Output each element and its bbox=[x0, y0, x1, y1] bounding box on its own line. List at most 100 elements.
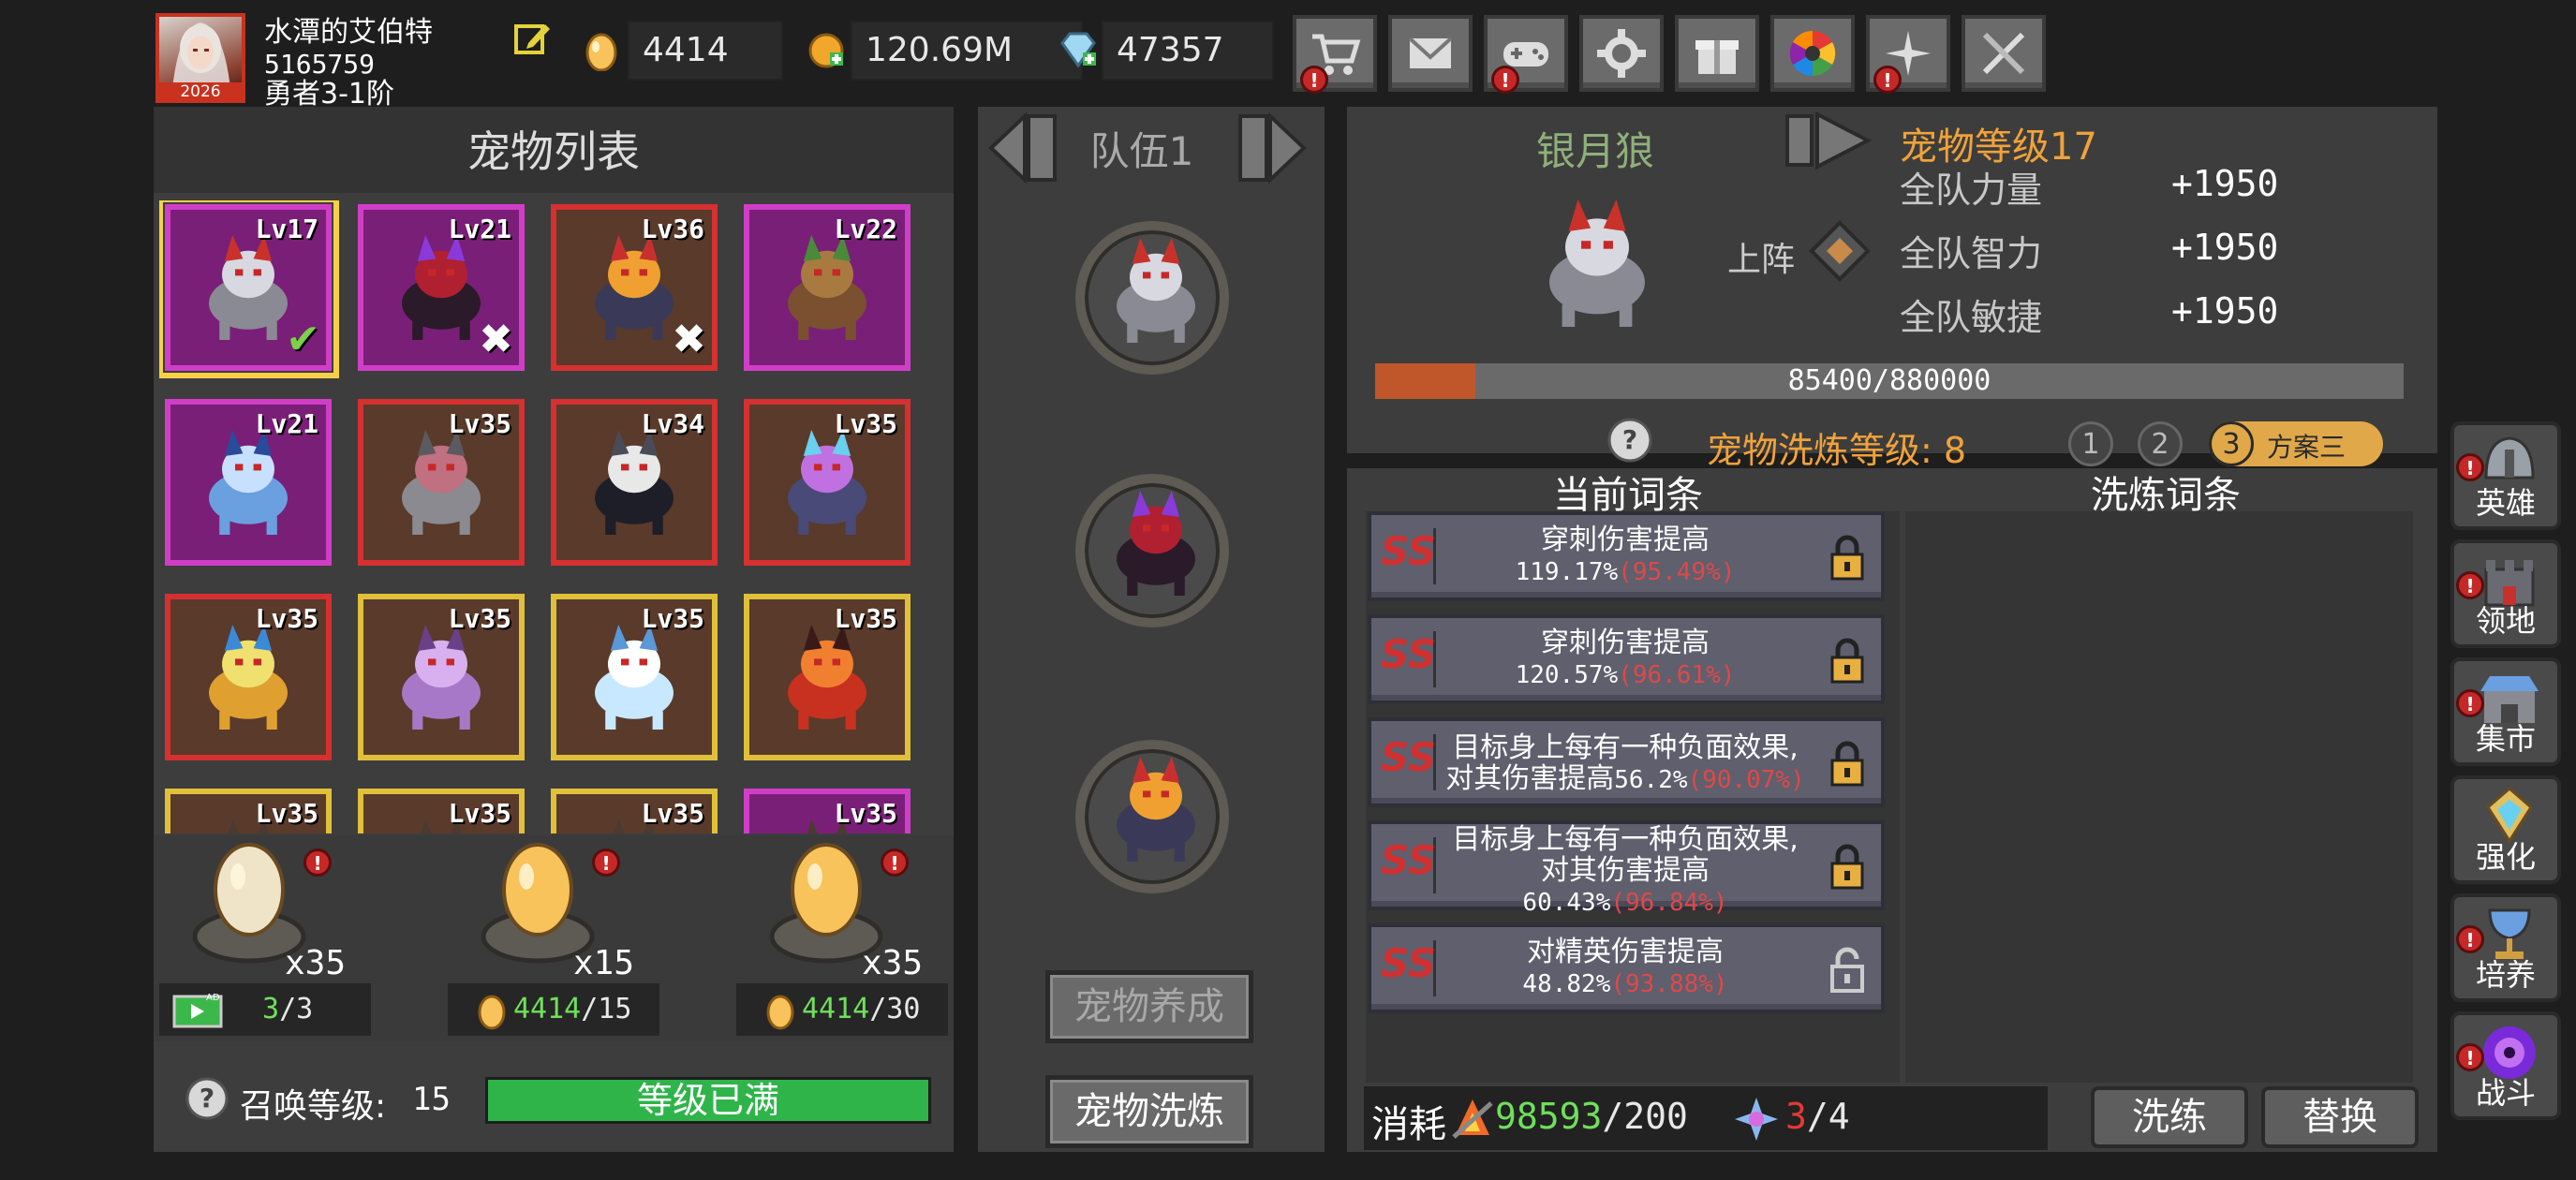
cost1-need: /200 bbox=[1602, 1096, 1688, 1137]
refine-button[interactable]: 洗练 bbox=[2091, 1086, 2248, 1148]
gear-icon bbox=[1597, 29, 1646, 78]
team-prev-arrow-icon[interactable] bbox=[984, 111, 1062, 185]
summon-level-value: 15 bbox=[412, 1081, 451, 1118]
lock-closed-icon[interactable] bbox=[1828, 740, 1866, 787]
lock-closed-icon[interactable] bbox=[1828, 637, 1866, 684]
pet-card[interactable]: Lv35 bbox=[551, 594, 718, 760]
affix-name-text: 穿刺伤害提高 bbox=[1541, 524, 1710, 556]
pet-card[interactable]: Lv35 bbox=[744, 594, 910, 760]
plan-3-label: 方案三 bbox=[2267, 432, 2347, 463]
pet-level-badge: Lv35 bbox=[448, 408, 511, 439]
affix-grade-ss-icon: SS bbox=[1381, 631, 1436, 687]
event-alert-icon: ! bbox=[1873, 66, 1902, 94]
egg-currency-icon bbox=[585, 33, 617, 71]
pet-card[interactable]: Lv22 bbox=[744, 204, 910, 371]
battle-button[interactable] bbox=[1962, 15, 2046, 92]
pet-list-title: 宠物列表 bbox=[467, 126, 640, 177]
side-menu-crystal-button[interactable]: 强化 bbox=[2450, 775, 2561, 884]
settings-button[interactable] bbox=[1579, 15, 1664, 92]
team-next-arrow-icon[interactable] bbox=[1233, 111, 1311, 185]
side-menu-alert-icon: ! bbox=[2456, 689, 2484, 717]
affix-name: 对精英伤害提高 48.82%(93.88%) bbox=[1437, 937, 1814, 1000]
egg-cost-have: 4414 bbox=[513, 993, 582, 1025]
egg-counter: 4414 bbox=[628, 21, 783, 81]
pet-card[interactable]: Lv35 bbox=[358, 594, 525, 760]
pet-name: 银月狼 bbox=[1536, 128, 1655, 174]
help-icon[interactable]: ? bbox=[184, 1075, 230, 1122]
pet-portrait bbox=[1517, 184, 1705, 343]
stat-label-strength: 全队力量 bbox=[1900, 170, 2043, 211]
affix-row[interactable]: SS 目标身上每有一种负面效果, 对其伤害提高56.2%(90.07%) bbox=[1368, 717, 1885, 807]
team-slot-3[interactable] bbox=[1075, 740, 1229, 893]
pet-level-badge: Lv35 bbox=[255, 603, 318, 634]
crossed-swords-icon bbox=[1982, 32, 2025, 75]
side-menu-chalice-button[interactable]: 培养! bbox=[2450, 893, 2561, 1002]
affix-name: 目标身上每有一种负面效果, 对其伤害提高 60.43%(96.84%) bbox=[1437, 824, 1814, 919]
player-avatar[interactable]: 2026 bbox=[155, 13, 245, 103]
diamond-icon bbox=[1060, 32, 1096, 68]
side-menu-market-button[interactable]: 集市! bbox=[2450, 657, 2561, 766]
shop-button[interactable]: ! bbox=[1293, 15, 1377, 94]
side-menu-alert-icon: ! bbox=[2456, 1043, 2484, 1071]
gamepad-button[interactable]: ! bbox=[1484, 15, 1568, 94]
side-menu-helmet-button[interactable]: 英雄! bbox=[2450, 421, 2561, 530]
pet-refine-button[interactable]: 宠物洗炼 bbox=[1045, 1075, 1253, 1148]
egg-cost: AD 3/3 bbox=[159, 983, 371, 1036]
pet-card[interactable]: Lv17 ✔ bbox=[159, 200, 339, 378]
refine-help-icon[interactable]: ? bbox=[1606, 416, 1654, 465]
plan-3-active[interactable]: 3 方案三 bbox=[2209, 421, 2383, 466]
pet-raise-button[interactable]: 宠物养成 bbox=[1045, 970, 1253, 1043]
next-pet-arrow-icon[interactable] bbox=[1784, 111, 1872, 170]
player-name: 水潭的艾伯特 bbox=[264, 16, 433, 49]
deployed-cross-icon: ✖ bbox=[479, 316, 513, 363]
deployed-cross-icon: ✖ bbox=[672, 316, 706, 363]
affix-row[interactable]: SS 目标身上每有一种负面效果, 对其伤害提高 60.43%(96.84%) bbox=[1368, 820, 1885, 917]
pet-card[interactable]: Lv35 bbox=[165, 594, 332, 760]
player-rank: 勇者3-1阶 bbox=[264, 78, 394, 111]
lock-closed-icon[interactable] bbox=[1828, 843, 1866, 890]
affix-row[interactable]: SS 穿刺伤害提高 119.17%(95.49%) bbox=[1368, 511, 1885, 601]
plan-1-button[interactable]: 1 bbox=[2068, 421, 2113, 466]
team-slot-1[interactable] bbox=[1075, 221, 1229, 375]
plan-2-button[interactable]: 2 bbox=[2138, 421, 2183, 466]
replace-button[interactable]: 替换 bbox=[2261, 1086, 2419, 1148]
pet-card[interactable]: Lv21 bbox=[165, 399, 332, 566]
egg-count: x15 bbox=[573, 944, 635, 982]
edit-name-icon[interactable] bbox=[513, 19, 553, 58]
summon-level-label: 召唤等级: bbox=[240, 1087, 387, 1126]
pet-detail-panel bbox=[1347, 107, 2437, 453]
affix-percentile: (93.88%) bbox=[1610, 970, 1728, 998]
pet-card[interactable]: Lv36 ✖ bbox=[551, 204, 718, 371]
event-button[interactable]: ! bbox=[1866, 15, 1950, 94]
side-menu-castle-button[interactable]: 领地! bbox=[2450, 539, 2561, 648]
pet-card[interactable]: Lv35 bbox=[744, 399, 910, 566]
team-slot-2[interactable] bbox=[1075, 474, 1229, 627]
affix-row[interactable]: SS 对精英伤害提高 48.82%(93.88%) bbox=[1368, 923, 1885, 1013]
deploy-toggle-icon[interactable] bbox=[1808, 219, 1872, 283]
affix-value: 56.2% bbox=[1614, 766, 1688, 794]
gift-button[interactable] bbox=[1675, 15, 1759, 92]
cost1-have: 98593 bbox=[1495, 1096, 1603, 1137]
egg-alert-icon: ! bbox=[881, 848, 909, 877]
lock-closed-icon[interactable] bbox=[1828, 534, 1866, 581]
affix-name: 穿刺伤害提高 120.57%(96.61%) bbox=[1437, 627, 1814, 691]
side-menu-portal-button[interactable]: 战斗! bbox=[2450, 1011, 2561, 1120]
pet-level-badge: Lv21 bbox=[255, 408, 318, 439]
pet-grid[interactable]: Lv17 ✔ Lv21 ✖ Lv36 ✖ Lv22 Lv21 Lv35 Lv34 Lv… bbox=[159, 200, 920, 833]
affix-value: 120.57% bbox=[1515, 661, 1619, 689]
color-wheel-button[interactable] bbox=[1770, 15, 1855, 92]
affix-row[interactable]: SS 穿刺伤害提高 120.57%(96.61%) bbox=[1368, 614, 1885, 704]
egg-cost-need: /30 bbox=[869, 993, 921, 1025]
svg-text:AD: AD bbox=[206, 993, 220, 1003]
svg-text:?: ? bbox=[200, 1083, 215, 1114]
affix-percentile: (96.84%) bbox=[1610, 889, 1728, 917]
affix-name: 目标身上每有一种负面效果, 对其伤害提高56.2%(90.07%) bbox=[1437, 732, 1814, 796]
pet-card[interactable]: Lv34 bbox=[551, 399, 718, 566]
pet-card[interactable]: Lv35 bbox=[358, 399, 525, 566]
pet-card[interactable]: Lv21 ✖ bbox=[358, 204, 525, 371]
side-menu-alert-icon: ! bbox=[2456, 453, 2484, 481]
pet-level-badge: Lv35 bbox=[448, 603, 511, 634]
lock-open-icon[interactable] bbox=[1828, 946, 1866, 993]
side-menu-label: 领地 bbox=[2475, 603, 2536, 639]
mail-button[interactable] bbox=[1388, 15, 1473, 92]
